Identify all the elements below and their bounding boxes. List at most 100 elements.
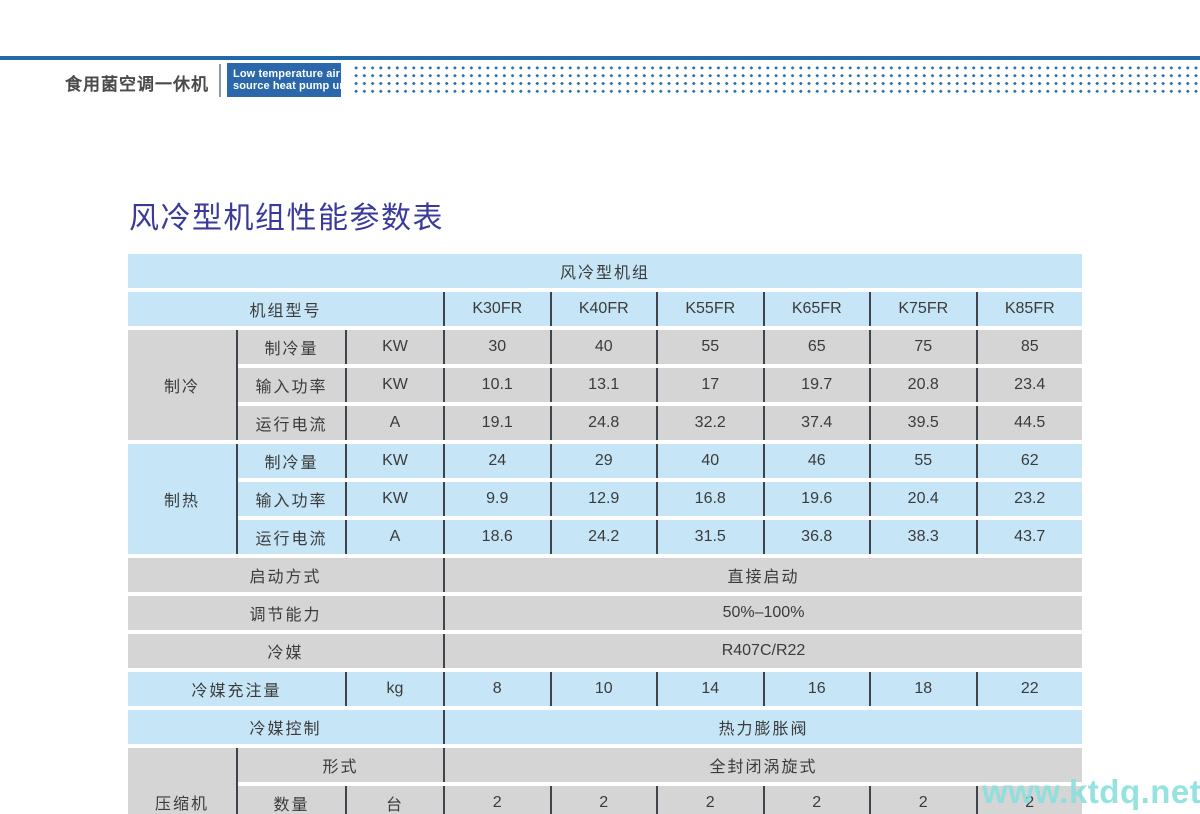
compressor-qty-row: 数量 台 2 2 2 2 2 2 [238, 786, 1082, 814]
unit-cell: A [345, 520, 443, 554]
value-cell: 18.6 [443, 520, 550, 554]
value-cell: 8 [443, 672, 550, 706]
value-cell: 2 [869, 786, 976, 814]
spec-row: 运行电流 A 18.6 24.2 31.5 36.8 38.3 43.7 [238, 520, 1082, 554]
row-value: 50%–100% [443, 596, 1082, 630]
table-caption-row: 风冷型机组 [128, 254, 1082, 288]
spec-row: 输入功率 KW 10.1 13.1 17 19.7 20.8 23.4 [238, 368, 1082, 402]
value-cell: 16.8 [656, 482, 763, 516]
table-caption: 风冷型机组 [128, 254, 1082, 288]
param-cell: 制冷量 [238, 444, 345, 478]
badge-line-2: source heat pump unit [233, 80, 341, 92]
refrigerant-row: 冷媒 R407C/R22 [128, 634, 1082, 668]
page-title: 风冷型机组性能参数表 [129, 193, 444, 237]
model-name: K30FR [443, 292, 550, 326]
cooling-section: 制冷 制冷量 KW 30 40 55 65 75 85 输入功率 KW 10.1… [128, 330, 1082, 440]
value-cell: 19.6 [763, 482, 870, 516]
cooling-rows: 制冷量 KW 30 40 55 65 75 85 输入功率 KW 10.1 13… [236, 330, 1082, 440]
unit-cell: kg [345, 672, 443, 706]
param-cell: 运行电流 [238, 406, 345, 440]
model-name: K75FR [869, 292, 976, 326]
spec-table: 风冷型机组 机组型号 K30FR K40FR K55FR K65FR K75FR… [128, 254, 1082, 814]
value-cell: 2 [656, 786, 763, 814]
value-cell: 55 [869, 444, 976, 478]
compressor-rows: 形式 全封闭涡旋式 数量 台 2 2 2 2 2 2 [236, 748, 1082, 814]
spec-row: 制冷量 KW 30 40 55 65 75 85 [238, 330, 1082, 364]
compressor-type-row: 形式 全封闭涡旋式 [238, 748, 1082, 782]
value-cell: 40 [656, 444, 763, 478]
heating-section: 制热 制冷量 KW 24 29 40 46 55 62 输入功率 KW 9.9 … [128, 444, 1082, 554]
header-rule [0, 56, 1200, 60]
unit-cell: KW [345, 368, 443, 402]
param-cell: 制冷量 [238, 330, 345, 364]
param-cell: 输入功率 [238, 482, 345, 516]
model-name: K40FR [550, 292, 657, 326]
row-label: 冷媒控制 [128, 710, 443, 744]
value-cell: 14 [656, 672, 763, 706]
badge-line-1: Low temperature air [233, 68, 341, 80]
value-cell: 39.5 [869, 406, 976, 440]
value-cell: 19.1 [443, 406, 550, 440]
refrigerant-charge-row: 冷媒充注量 kg 8 10 14 16 18 22 [128, 672, 1082, 706]
value-cell: 12.9 [550, 482, 657, 516]
value-cell: 13.1 [550, 368, 657, 402]
capacity-adjust-row: 调节能力 50%–100% [128, 596, 1082, 630]
row-label: 启动方式 [128, 558, 443, 592]
start-mode-row: 启动方式 直接启动 [128, 558, 1082, 592]
row-label: 调节能力 [128, 596, 443, 630]
dot-pattern-decoration [352, 64, 1200, 95]
unit-cell: KW [345, 444, 443, 478]
value-cell: 10 [550, 672, 657, 706]
value-cell: 2 [763, 786, 870, 814]
row-label: 形式 [238, 748, 443, 782]
value-cell: 19.7 [763, 368, 870, 402]
value-cell: 20.4 [869, 482, 976, 516]
value-cell: 29 [550, 444, 657, 478]
unit-cell: KW [345, 482, 443, 516]
value-cell: 38.3 [869, 520, 976, 554]
unit-cell: KW [345, 330, 443, 364]
value-cell: 65 [763, 330, 870, 364]
value-cell: 30 [443, 330, 550, 364]
value-cell: 85 [976, 330, 1083, 364]
unit-cell: 台 [345, 786, 443, 814]
value-cell: 23.2 [976, 482, 1083, 516]
brand-title: 食用菌空调一休机 [65, 70, 209, 95]
value-cell: 37.4 [763, 406, 870, 440]
value-cell: 10.1 [443, 368, 550, 402]
compressor-section: 压缩机 形式 全封闭涡旋式 数量 台 2 2 2 2 2 2 [128, 748, 1082, 814]
row-value: 直接启动 [443, 558, 1082, 592]
compressor-group-cell: 压缩机 [128, 748, 236, 814]
value-cell: 62 [976, 444, 1083, 478]
refrigerant-control-row: 冷媒控制 热力膨胀阀 [128, 710, 1082, 744]
row-label: 冷媒 [128, 634, 443, 668]
value-cell: 46 [763, 444, 870, 478]
value-cell: 31.5 [656, 520, 763, 554]
value-cell: 18 [869, 672, 976, 706]
value-cell: 43.7 [976, 520, 1083, 554]
heating-rows: 制冷量 KW 24 29 40 46 55 62 输入功率 KW 9.9 12.… [236, 444, 1082, 554]
value-cell: 23.4 [976, 368, 1083, 402]
value-cell: 24.8 [550, 406, 657, 440]
value-cell: 9.9 [443, 482, 550, 516]
value-cell: 40 [550, 330, 657, 364]
param-cell: 输入功率 [238, 368, 345, 402]
spec-row: 运行电流 A 19.1 24.8 32.2 37.4 39.5 44.5 [238, 406, 1082, 440]
model-name: K65FR [763, 292, 870, 326]
value-cell: 16 [763, 672, 870, 706]
catalog-page: 食用菌空调一休机 Low temperature air source heat… [0, 0, 1200, 814]
model-header-label: 机组型号 [128, 292, 443, 326]
model-header-row: 机组型号 K30FR K40FR K55FR K65FR K75FR K85FR [128, 292, 1082, 326]
value-cell: 2 [443, 786, 550, 814]
row-label: 数量 [238, 786, 345, 814]
model-name: K55FR [656, 292, 763, 326]
row-label: 冷媒充注量 [128, 672, 345, 706]
value-cell: 20.8 [869, 368, 976, 402]
cooling-group-cell: 制冷 [128, 330, 236, 440]
param-cell: 运行电流 [238, 520, 345, 554]
value-cell: 24.2 [550, 520, 657, 554]
value-cell: 17 [656, 368, 763, 402]
value-cell: 24 [443, 444, 550, 478]
spec-row: 制冷量 KW 24 29 40 46 55 62 [238, 444, 1082, 478]
header-divider [219, 64, 221, 97]
